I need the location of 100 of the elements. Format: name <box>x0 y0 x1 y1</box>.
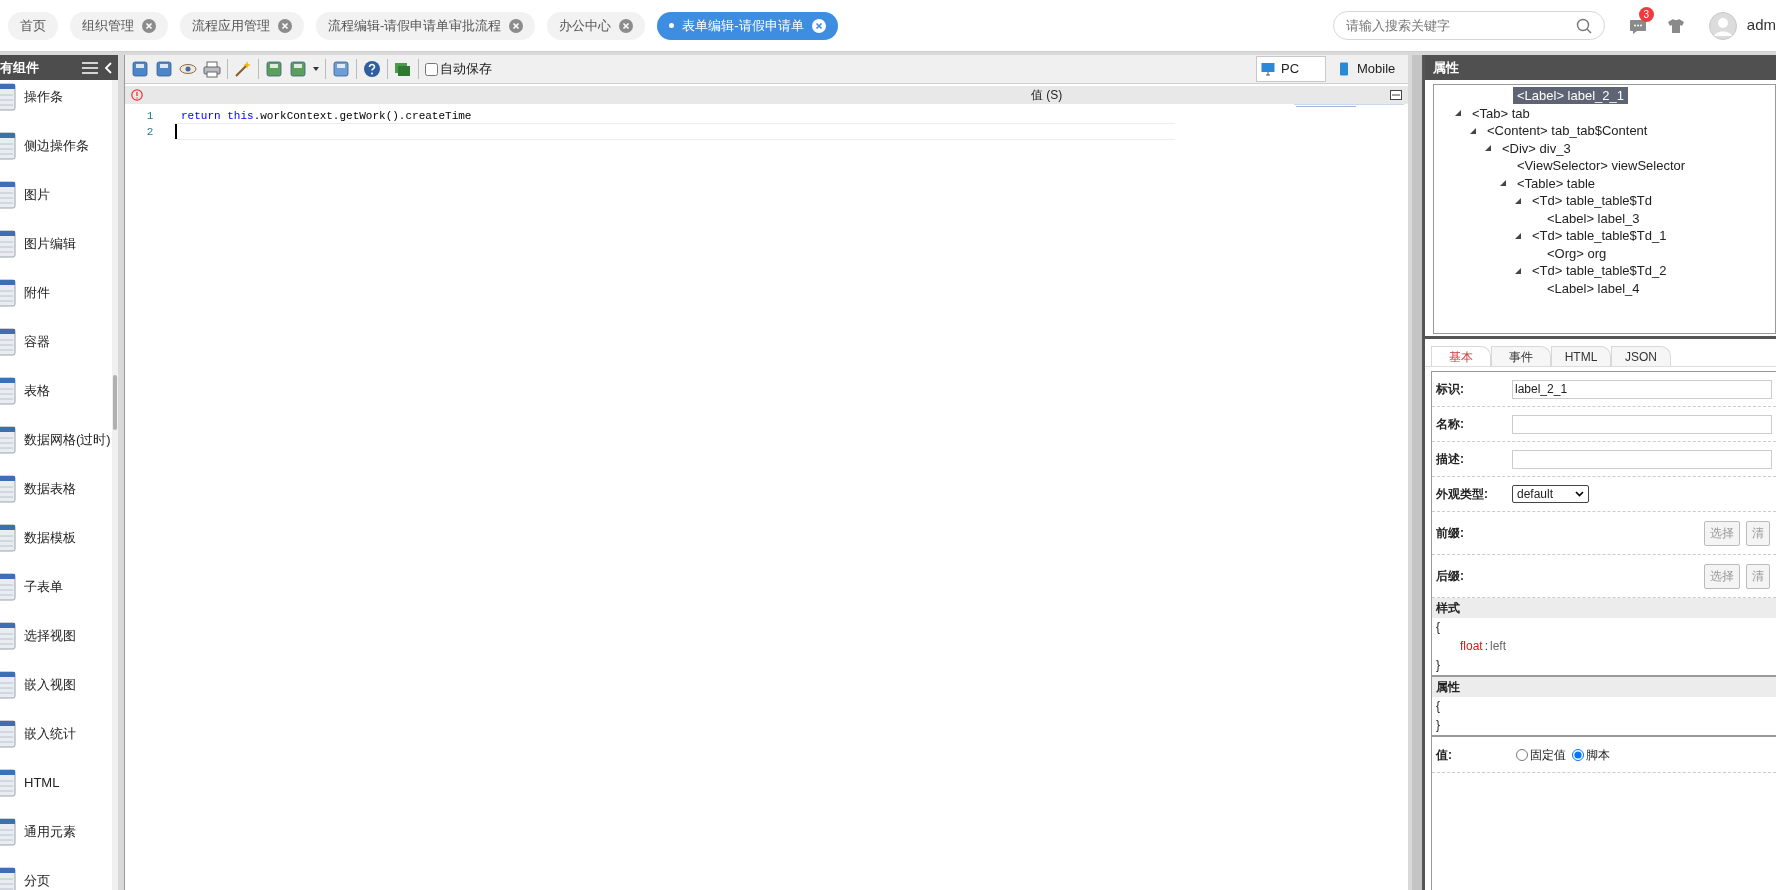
close-icon[interactable] <box>619 18 634 33</box>
field-label: 前缀: <box>1436 525 1465 542</box>
tree-item[interactable]: <Label> label_3 <box>1543 209 1644 227</box>
separator: : <box>1484 638 1489 655</box>
radio-label[interactable]: 脚本 <box>1586 745 1610 764</box>
shirt-icon[interactable] <box>1666 17 1685 34</box>
chevron-left-icon[interactable] <box>104 61 114 74</box>
radio-label[interactable]: 固定值 <box>1530 745 1566 764</box>
property-tab[interactable]: HTML <box>1551 346 1611 366</box>
component-item[interactable]: HTML <box>24 772 60 793</box>
user-name[interactable]: adm <box>1746 14 1776 37</box>
tree-item[interactable]: <ViewSelector> viewSelector <box>1513 157 1690 175</box>
component-item[interactable]: 表格 <box>24 380 50 401</box>
radio-button[interactable] <box>1572 748 1584 761</box>
tree-item[interactable]: <Label> label_4 <box>1543 279 1644 297</box>
component-item[interactable]: 操作条 <box>24 86 63 107</box>
component-item[interactable]: 选择视图 <box>24 625 76 646</box>
widget-icon <box>0 131 16 160</box>
component-item[interactable]: 子表单 <box>24 576 63 597</box>
component-item[interactable]: 数据模板 <box>24 527 76 548</box>
widget-icon <box>0 278 16 307</box>
search-input[interactable]: 请输入搜索关键字 <box>1345 15 1576 36</box>
save-icon[interactable] <box>131 60 149 78</box>
page-tab[interactable]: 首页 <box>8 11 58 40</box>
minimize-icon[interactable] <box>1390 90 1402 100</box>
magic-wand-icon[interactable] <box>234 60 252 78</box>
component-item[interactable]: 分页 <box>24 870 50 890</box>
component-item[interactable]: 容器 <box>24 331 50 352</box>
line-number: 1 <box>146 109 154 124</box>
expand-toggle-icon[interactable] <box>1455 110 1461 117</box>
component-item[interactable]: 嵌入视图 <box>24 674 76 695</box>
view-toggle-button[interactable]: Mobile <box>1332 56 1402 82</box>
close-icon[interactable] <box>142 18 156 33</box>
caret-icon[interactable] <box>313 67 319 71</box>
monitor-icon <box>1261 62 1275 76</box>
page-tab[interactable]: 办公中心 <box>547 11 646 40</box>
field-label: 外观类型: <box>1436 486 1489 503</box>
panel-title: 有组件 <box>0 58 40 77</box>
text-input[interactable] <box>1512 414 1772 434</box>
component-item[interactable]: 数据网格(过时) <box>24 429 111 450</box>
search-icon[interactable] <box>1575 17 1592 34</box>
component-item[interactable]: 图片 <box>24 184 50 205</box>
expand-toggle-icon[interactable] <box>1515 197 1521 204</box>
widget-icon <box>0 572 16 601</box>
tree-item[interactable]: <Label> label_2_1 <box>1513 87 1628 105</box>
close-icon[interactable] <box>811 18 826 33</box>
widget-icon <box>0 180 16 209</box>
field-label: 名称: <box>1436 416 1465 433</box>
component-item[interactable]: 数据表格 <box>24 478 76 499</box>
tree-item[interactable]: <Org> org <box>1543 244 1611 262</box>
tree-item[interactable]: <Div> div_3 <box>1498 139 1575 157</box>
widget-icon <box>0 768 16 797</box>
autosave-checkbox[interactable] <box>425 62 438 76</box>
phone-icon <box>1337 62 1351 76</box>
chat-icon[interactable] <box>1628 18 1647 35</box>
view-toggle-button[interactable]: PC <box>1256 56 1326 82</box>
property-tab[interactable]: 基本 <box>1431 346 1491 366</box>
component-item[interactable]: 附件 <box>24 282 50 303</box>
tree-item[interactable]: <Content> tab_tab$Content <box>1483 122 1652 140</box>
tree-item[interactable]: <Table> table <box>1513 174 1600 192</box>
checkbox-label[interactable]: 自动保存 <box>440 59 492 79</box>
widget-icon <box>0 229 16 258</box>
close-icon[interactable] <box>509 18 524 33</box>
brace: { <box>1436 698 1440 715</box>
tree-item[interactable]: <Td> table_table$Td_2 <box>1528 262 1671 280</box>
chevron-down-icon <box>1575 491 1584 497</box>
component-item[interactable]: 图片编辑 <box>24 233 76 254</box>
tree-item[interactable]: <Td> table_table$Td <box>1528 192 1656 210</box>
component-item[interactable]: 通用元素 <box>24 821 76 842</box>
expand-toggle-icon[interactable] <box>1515 267 1521 274</box>
expand-toggle-icon[interactable] <box>1515 232 1521 239</box>
radio-button[interactable] <box>1516 748 1528 761</box>
text-input[interactable]: label_2_1 <box>1512 379 1772 399</box>
field-label: 值: <box>1436 746 1453 764</box>
component-item[interactable]: 嵌入统计 <box>24 723 76 744</box>
tree-item[interactable]: <Tab> tab <box>1468 104 1534 122</box>
close-icon[interactable] <box>278 18 292 33</box>
style-value: left <box>1490 638 1507 655</box>
editor-title: 值 (S) <box>1029 87 1064 104</box>
tree-item[interactable]: <Td> table_table$Td_1 <box>1528 227 1671 245</box>
page-tab[interactable]: 流程应用管理 <box>180 11 304 40</box>
error-icon <box>131 89 143 101</box>
property-tab[interactable]: JSON <box>1611 346 1671 366</box>
expand-toggle-icon[interactable] <box>1500 180 1506 187</box>
widget-icon <box>0 621 16 650</box>
printer-icon[interactable] <box>203 60 221 78</box>
component-item[interactable]: 侧边操作条 <box>24 135 89 156</box>
property-tab[interactable]: 事件 <box>1491 346 1551 366</box>
help-icon[interactable] <box>363 60 381 78</box>
field-label: 标识: <box>1436 381 1465 398</box>
expand-toggle-icon[interactable] <box>1485 145 1491 152</box>
expand-toggle-icon[interactable] <box>1470 127 1476 134</box>
page-tab[interactable]: 组织管理 <box>70 11 168 40</box>
page-tab[interactable]: 流程编辑-请假申请单审批流程 <box>316 11 536 40</box>
type-select[interactable]: default <box>1512 485 1589 503</box>
menu-icon[interactable] <box>82 61 98 74</box>
widget-icon <box>0 523 16 552</box>
text-input[interactable] <box>1512 449 1772 469</box>
scrollbar-thumb[interactable] <box>113 375 117 430</box>
text-cursor <box>175 124 177 139</box>
